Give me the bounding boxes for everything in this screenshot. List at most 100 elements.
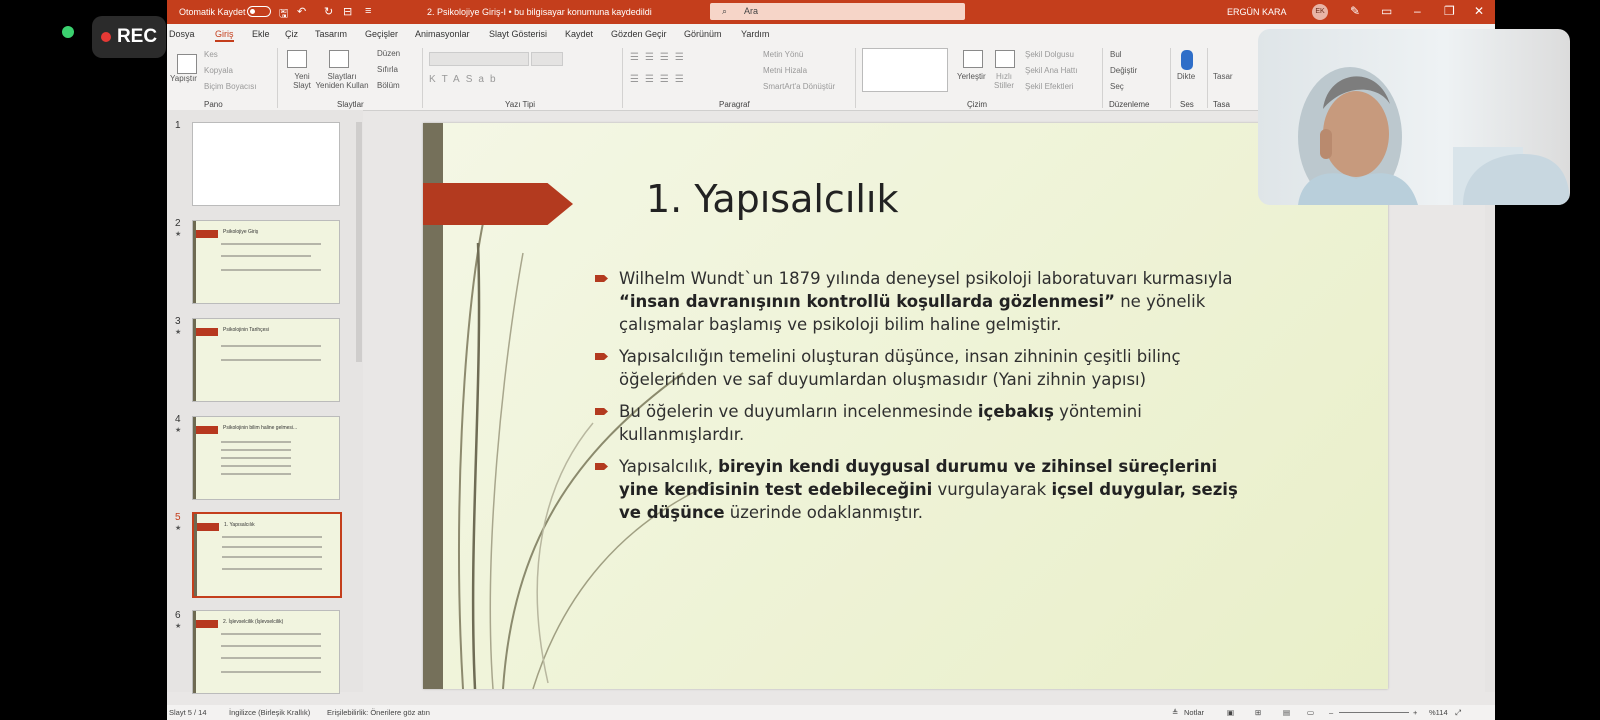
slide-counter: Slayt 5 / 14	[169, 708, 207, 717]
arrange-icon[interactable]	[963, 50, 983, 68]
quick-styles-icon[interactable]	[995, 50, 1015, 68]
font-size-select[interactable]	[531, 52, 563, 66]
tab-gozden-gecir[interactable]: Gözden Geçir	[611, 29, 667, 39]
slide-thumbnail-6[interactable]: 2. İşlevselcilik (İşlevselcilik)	[192, 610, 340, 694]
notes-button[interactable]: Notlar	[1184, 708, 1204, 717]
scrollbar-thumb[interactable]	[356, 122, 362, 362]
language-status[interactable]: İngilizce (Birleşik Krallık)	[229, 708, 310, 717]
undo-icon[interactable]: ↶	[297, 5, 306, 18]
arrange-button[interactable]: Yerleştir	[957, 72, 986, 81]
zoom-in-icon[interactable]: +	[1413, 708, 1417, 717]
bullet-list[interactable]: Wilhelm Wundt`un 1879 yılında deneysel p…	[591, 267, 1251, 533]
present-icon[interactable]: ⊟	[343, 5, 352, 18]
document-title[interactable]: 2. Psikolojiye Giriş-I • bu bilgisayar k…	[427, 7, 652, 17]
align-text-button[interactable]: Metni Hizala	[763, 66, 807, 75]
tab-kaydet[interactable]: Kaydet	[565, 29, 593, 39]
bullet-item[interactable]: Wilhelm Wundt`un 1879 yılında deneysel p…	[591, 267, 1251, 336]
slide-thumbnail-5[interactable]: 1. Yapısalcılık	[192, 512, 342, 598]
designer-button[interactable]: Tasar	[1213, 72, 1233, 81]
accessibility-status[interactable]: Erişilebilirlik: Önerilere göz atın	[327, 708, 430, 717]
bullet-item[interactable]: Yapısalcılık, bireyin kendi duygusal dur…	[591, 455, 1251, 524]
zoom-level[interactable]: %114	[1429, 708, 1448, 717]
search-box[interactable]: ⌕ Ara	[710, 3, 965, 20]
zoom-out-icon[interactable]: –	[1329, 708, 1333, 717]
slide-sorter-icon[interactable]: ⊞	[1255, 708, 1261, 717]
slideshow-icon[interactable]: ▭	[1307, 708, 1314, 717]
slide-thumbnail-1[interactable]	[192, 122, 340, 206]
microphone-icon[interactable]	[1181, 50, 1193, 70]
thumb-line	[221, 345, 321, 347]
reuse-slides-icon[interactable]	[329, 50, 349, 68]
shapes-gallery[interactable]	[862, 48, 948, 92]
tab-tasarim[interactable]: Tasarım	[315, 29, 347, 39]
ribbon-display-icon[interactable]: ▭	[1381, 4, 1392, 18]
group-tasarimci: Tasa	[1213, 100, 1230, 109]
tab-ekle[interactable]: Ekle	[252, 29, 270, 39]
paste-button[interactable]: Yapıştır	[170, 74, 197, 83]
dictate-button[interactable]: Dikte	[1177, 72, 1195, 81]
tab-slayt-gosterisi[interactable]: Slayt Gösterisi	[489, 29, 547, 39]
text-direction-button[interactable]: Metin Yönü	[763, 50, 803, 59]
separator	[622, 48, 623, 108]
group-slaytlar: Slaytlar	[337, 100, 364, 109]
slide-thumbnail-2[interactable]: Psikolojiye Giriş	[192, 220, 340, 304]
reset-button[interactable]: Sıfırla	[377, 65, 398, 74]
thumbnail-scrollbar[interactable]	[355, 110, 363, 692]
slide-thumbnail-3[interactable]: Psikolojinin Tarihçesi	[192, 318, 340, 402]
slide-number: 5	[175, 512, 181, 523]
reuse-slides-button[interactable]: Slaytları Yeniden Kullan	[313, 72, 371, 90]
avatar[interactable]: EK	[1312, 4, 1328, 20]
bullet-text: Yapısalcılık,	[619, 457, 719, 476]
new-slide-icon[interactable]	[287, 50, 307, 68]
tab-animasyonlar[interactable]: Animasyonlar	[415, 29, 470, 39]
align-buttons[interactable]: ☰☰☰☰	[630, 74, 690, 85]
tab-gecisler[interactable]: Geçişler	[365, 29, 398, 39]
transition-star-icon: ★	[175, 427, 182, 434]
shape-fill-button[interactable]: Şekil Dolgusu	[1025, 50, 1074, 59]
copy-button[interactable]: Kopyala	[204, 66, 233, 75]
list-buttons[interactable]: ☰☰☰☰	[630, 52, 690, 63]
find-button[interactable]: Bul	[1110, 50, 1122, 59]
cut-button[interactable]: Kes	[204, 50, 218, 59]
smartart-button[interactable]: SmartArt'a Dönüştür	[763, 82, 835, 91]
font-format-buttons[interactable]: KTASab	[429, 74, 502, 85]
slide-canvas[interactable]: 1. Yapısalcılık Wilhelm Wundt`un 1879 yı…	[423, 123, 1388, 689]
fit-slide-icon[interactable]: ⤢	[1455, 708, 1461, 718]
format-painter-button[interactable]: Biçim Boyacısı	[204, 82, 256, 91]
quick-styles-button[interactable]: Hızlı Stiller	[989, 72, 1019, 90]
close-icon[interactable]: ✕	[1474, 4, 1484, 18]
section-button[interactable]: Bölüm	[377, 81, 400, 90]
notes-icon[interactable]: ≜	[1172, 708, 1178, 717]
replace-button[interactable]: Değiştir	[1110, 66, 1137, 75]
tab-yardim[interactable]: Yardım	[741, 29, 769, 39]
redo-icon[interactable]: ↻	[324, 5, 333, 18]
separator	[277, 48, 278, 108]
tab-gorunum[interactable]: Görünüm	[684, 29, 722, 39]
shape-outline-button[interactable]: Şekil Ana Hattı	[1025, 66, 1077, 75]
pen-icon[interactable]: ✎	[1350, 4, 1360, 18]
transition-star-icon: ★	[175, 525, 182, 532]
bullet-item[interactable]: Yapısalcılığın temelini oluşturan düşünc…	[591, 345, 1251, 391]
layout-button[interactable]: Düzen	[377, 49, 400, 58]
maximize-icon[interactable]: ❐	[1444, 4, 1455, 18]
zoom-slider[interactable]	[1339, 712, 1409, 713]
tab-ciz[interactable]: Çiz	[285, 29, 298, 39]
minimize-icon[interactable]: –	[1414, 4, 1421, 18]
select-button[interactable]: Seç	[1110, 82, 1124, 91]
customize-qat-icon[interactable]: ≡	[365, 5, 371, 17]
tab-giris[interactable]: Giriş	[215, 29, 234, 42]
normal-view-icon[interactable]: ▣	[1227, 708, 1234, 717]
bullet-item[interactable]: Bu öğelerin ve duyumların incelenmesinde…	[591, 400, 1251, 446]
paste-icon[interactable]	[177, 54, 197, 74]
thumb-line	[222, 546, 322, 548]
slide-title[interactable]: 1. Yapısalcılık	[646, 177, 899, 221]
separator	[1207, 48, 1208, 108]
shape-effects-button[interactable]: Şekil Efektleri	[1025, 82, 1073, 91]
tab-dosya[interactable]: Dosya	[169, 29, 195, 39]
font-name-select[interactable]	[429, 52, 529, 66]
slide-thumbnail-4[interactable]: Psikolojinin bilim haline gelmesi...	[192, 416, 340, 500]
reading-view-icon[interactable]: ▤	[1283, 708, 1290, 717]
thumb-title: Psikolojiye Giriş	[223, 229, 259, 235]
autosave-toggle[interactable]	[247, 6, 271, 17]
save-icon[interactable]: 🖫	[279, 5, 288, 24]
